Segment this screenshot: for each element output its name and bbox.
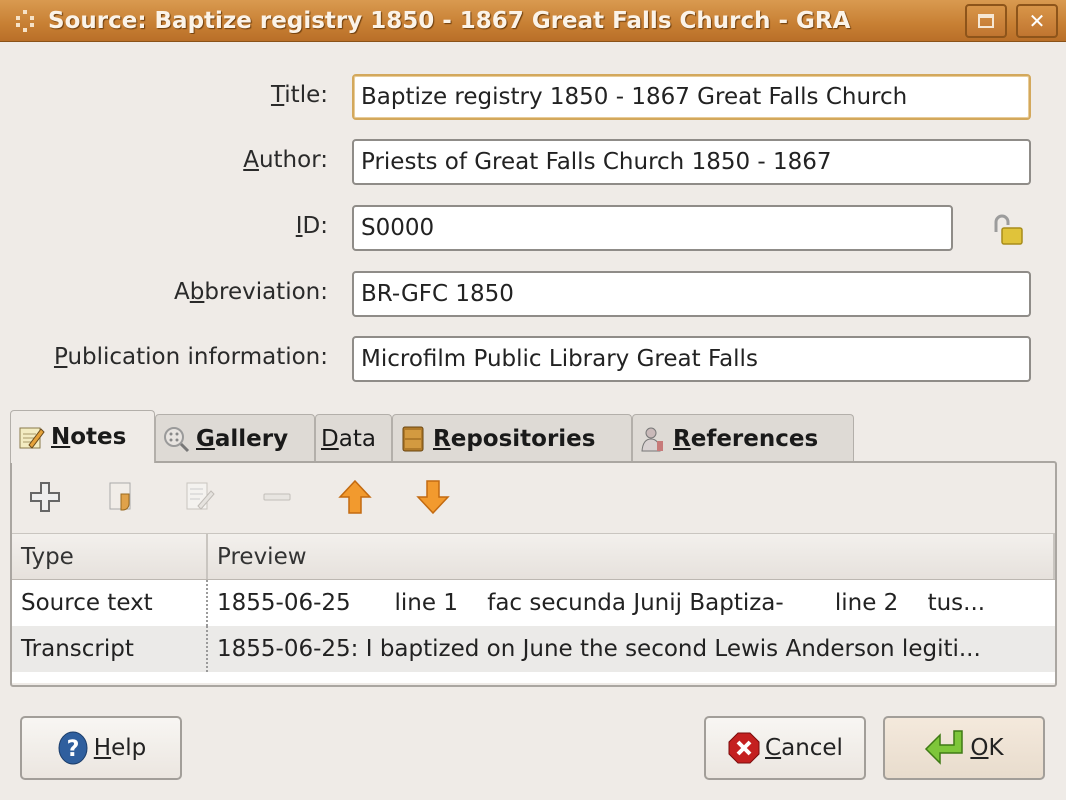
publication-label: Publication information:: [54, 344, 328, 370]
column-header-preview[interactable]: Preview: [208, 534, 1055, 579]
author-label: Author:: [243, 147, 328, 173]
mnemonic: N: [51, 424, 71, 450]
label-text: breviation:: [204, 279, 328, 305]
abbreviation-value: BR-GFC 1850: [361, 281, 514, 307]
mnemonic: A: [243, 147, 259, 173]
move-down-button[interactable]: [413, 477, 453, 517]
label-text: A: [174, 279, 190, 305]
remove-icon: [263, 493, 291, 501]
row-preview: 1855-06-25: I baptized on June the secon…: [217, 636, 981, 662]
gallery-magnifier-icon: [164, 426, 190, 452]
id-input[interactable]: S0000: [352, 205, 953, 251]
mnemonic: b: [189, 279, 205, 305]
row-type: Source text: [12, 580, 208, 626]
notepad-icon: [19, 427, 45, 449]
close-button[interactable]: ✕: [1016, 4, 1058, 38]
window-menu-icon[interactable]: [14, 9, 36, 32]
abbreviation-label: Abbreviation:: [174, 279, 328, 305]
move-down-icon: [416, 480, 450, 515]
tab-label: eferences: [690, 425, 819, 452]
maximize-button[interactable]: [965, 4, 1007, 38]
tab-data[interactable]: Data: [315, 414, 392, 462]
title-value: Baptize registry 1850 - 1867 Great Falls…: [361, 84, 908, 110]
notes-list[interactable]: Type Preview Source text 1855-06-25 line…: [12, 533, 1055, 683]
id-label: ID:: [296, 213, 328, 239]
tab-label: otes: [70, 424, 127, 450]
row-preview: 1855-06-25 line 1 fac secunda Junij Bapt…: [217, 590, 986, 616]
tab-label: allery: [214, 425, 289, 452]
cabinet-icon: [402, 426, 424, 451]
share-existing-icon: [109, 482, 131, 511]
label-text: ublication information:: [67, 344, 328, 370]
list-header: Type Preview: [12, 534, 1055, 580]
list-row[interactable]: Transcript 1855-06-25: I baptized on Jun…: [12, 626, 1055, 672]
publication-input[interactable]: Microfilm Public Library Great Falls: [352, 336, 1031, 382]
cancel-icon: [728, 732, 760, 764]
tab-label: epositories: [450, 425, 596, 452]
edit-icon: [186, 482, 215, 510]
tab-label: ata: [338, 425, 376, 452]
label-text: D:: [302, 213, 328, 239]
mnemonic: R: [433, 425, 451, 452]
svg-text:?: ?: [66, 737, 79, 762]
list-row[interactable]: Source text 1855-06-25 line 1 fac secund…: [12, 580, 1055, 626]
mnemonic: T: [270, 82, 285, 108]
add-icon: [30, 482, 60, 512]
button-label: elp: [111, 735, 147, 761]
notes-panel: Type Preview Source text 1855-06-25 line…: [10, 461, 1057, 687]
publication-value: Microfilm Public Library Great Falls: [361, 346, 758, 372]
title-label: Title:: [271, 82, 328, 108]
mnemonic: R: [673, 425, 691, 452]
move-up-icon: [338, 479, 372, 514]
mnemonic: G: [196, 425, 215, 452]
remove-note-button[interactable]: [257, 477, 297, 517]
mnemonic: P: [53, 344, 68, 370]
author-input[interactable]: Priests of Great Falls Church 1850 - 186…: [352, 139, 1031, 185]
button-label: K: [988, 735, 1004, 761]
help-button[interactable]: ? Help: [20, 716, 182, 780]
tab-notes[interactable]: Notes: [10, 410, 155, 463]
tab-references[interactable]: References: [632, 414, 854, 462]
close-icon: ✕: [1028, 9, 1046, 33]
share-existing-button[interactable]: [102, 477, 142, 517]
row-type: Transcript: [12, 626, 208, 672]
edit-note-button[interactable]: [179, 477, 219, 517]
abbreviation-input[interactable]: BR-GFC 1850: [352, 271, 1031, 317]
column-header-type[interactable]: Type: [12, 534, 208, 579]
mnemonic: O: [970, 735, 989, 761]
mnemonic: H: [93, 735, 112, 761]
window-title: Source: Baptize registry 1850 - 1867 Gre…: [48, 7, 851, 34]
window-titlebar[interactable]: Source: Baptize registry 1850 - 1867 Gre…: [0, 0, 1066, 42]
label-text: uthor:: [258, 147, 328, 173]
id-value: S0000: [361, 215, 435, 241]
ok-enter-arrow-icon: [925, 730, 964, 765]
button-label: ancel: [781, 735, 843, 761]
mnemonic: C: [765, 735, 782, 761]
cancel-button[interactable]: Cancel: [704, 716, 866, 780]
title-input[interactable]: Baptize registry 1850 - 1867 Great Falls…: [352, 74, 1031, 120]
help-icon: ?: [58, 731, 88, 765]
unlocked-padlock-icon[interactable]: [990, 212, 1026, 248]
add-note-button[interactable]: [25, 477, 65, 517]
ok-button[interactable]: OK: [883, 716, 1045, 780]
mnemonic: I: [295, 213, 303, 239]
person-icon: [641, 427, 663, 451]
move-up-button[interactable]: [335, 477, 375, 517]
tab-gallery[interactable]: Gallery: [155, 414, 315, 462]
label-text: itle:: [284, 82, 328, 108]
tab-repositories[interactable]: Repositories: [392, 414, 632, 462]
maximize-icon: [978, 14, 994, 28]
mnemonic: D: [321, 425, 339, 452]
author-value: Priests of Great Falls Church 1850 - 186…: [361, 149, 832, 175]
